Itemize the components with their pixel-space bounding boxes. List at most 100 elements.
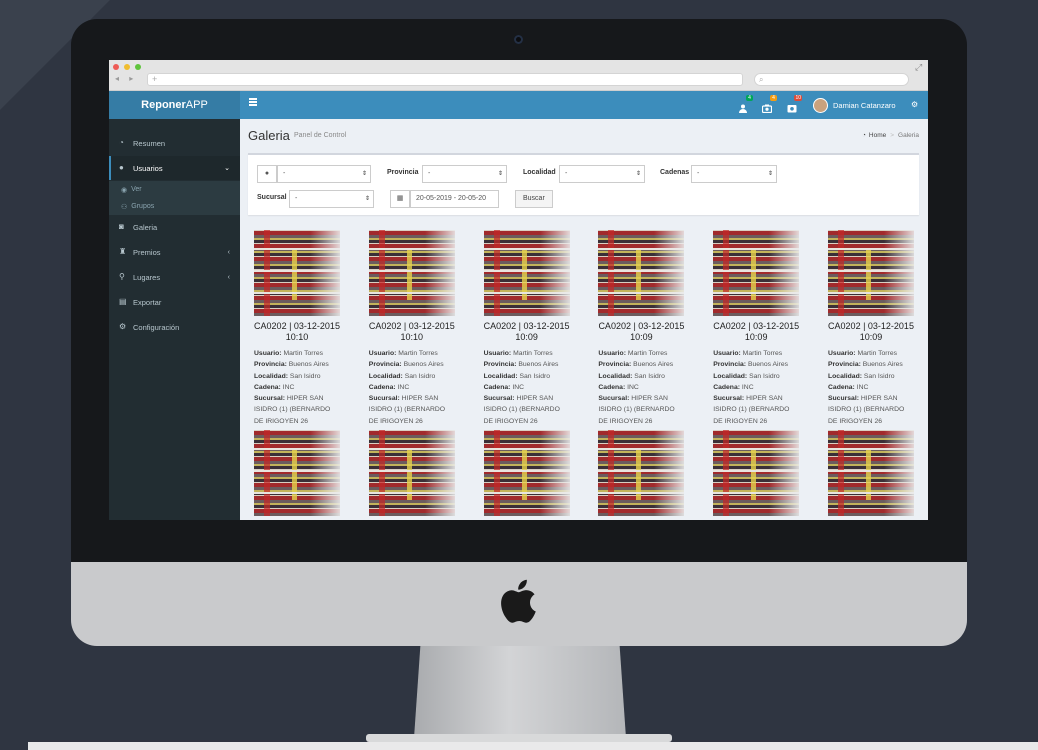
meta-provincia: Provincia: Buenos Aires bbox=[254, 359, 340, 370]
camera-icon bbox=[514, 35, 523, 44]
top-navbar: 4 4 10 Damian Catanzaro ⚙ bbox=[240, 91, 928, 119]
meta-localidad-label: Localidad: bbox=[483, 372, 518, 380]
meta-cadena-label: Cadena: bbox=[254, 383, 281, 391]
gallery-card[interactable]: CA0202 | 03-12-2015 10:10Usuario: Martin… bbox=[254, 430, 360, 520]
brand-bold: Reponer bbox=[141, 99, 186, 111]
cadenas-select-value: - bbox=[697, 170, 700, 177]
meta-localidad: Localidad: San Isidro bbox=[713, 371, 799, 382]
sidebar-item-configuracion[interactable]: ⚙ Configuración bbox=[109, 315, 240, 339]
meta-usuario-label: Usuario: bbox=[368, 350, 397, 357]
meta-provincia: Provincia: Buenos Aires bbox=[484, 359, 570, 370]
control-sidebar-gears-icon[interactable]: ⚙ bbox=[911, 100, 918, 109]
meta-localidad-value: San Isidro bbox=[749, 372, 780, 380]
gallery-card[interactable]: CA0202 | 03-12-2015 10:09Usuario: Martin… bbox=[713, 430, 819, 520]
browser-search-input[interactable]: ⌕ bbox=[754, 73, 909, 86]
meta-cadena-label: Cadena: bbox=[483, 383, 511, 391]
screen: ◂ ▸ + ⌕ ⤢ ReponerAPP 4 4 10 Damian Catan… bbox=[109, 60, 928, 520]
sidebar-item-usuarios[interactable]: ● Usuarios ⌄ bbox=[109, 156, 240, 180]
camera-notifications-icon[interactable]: 4 bbox=[761, 95, 777, 114]
meta-cadena: Cadena: INC bbox=[369, 382, 455, 393]
meta-provincia-label: Provincia: bbox=[368, 361, 402, 369]
gallery-card[interactable]: CA0202 | 03-12-2015 10:09Usuario: Martin… bbox=[828, 230, 928, 427]
search-button[interactable]: Buscar bbox=[515, 190, 553, 208]
minimize-window-icon[interactable] bbox=[124, 64, 130, 70]
photo-notifications-icon[interactable]: 10 bbox=[787, 95, 802, 113]
gallery-card[interactable]: CA0202 | 03-12-2015 10:10Usuario: Martin… bbox=[254, 230, 360, 427]
meta-sucursal: Sucursal: HIPER SAN ISIDRO (1) (BERNARDO… bbox=[369, 393, 455, 427]
meta-provincia-value: Buenos Aires bbox=[518, 361, 559, 369]
gallery-card[interactable]: CA0202 | 03-12-2015 10:09Usuario: Martin… bbox=[828, 430, 928, 520]
meta-provincia-value: Buenos Aires bbox=[862, 361, 903, 369]
user-menu[interactable]: Damian Catanzaro bbox=[813, 97, 896, 113]
browser-toolbar: ◂ ▸ + ⌕ ⤢ bbox=[109, 60, 928, 91]
gallery-photo[interactable] bbox=[254, 230, 340, 316]
meta-provincia: Provincia: Buenos Aires bbox=[369, 359, 455, 370]
meta-provincia-label: Provincia: bbox=[598, 361, 632, 369]
gallery-card[interactable]: CA0202 | 03-12-2015 10:10Usuario: Martin… bbox=[368, 430, 475, 520]
localidad-select[interactable]: - ⇕ bbox=[559, 165, 645, 183]
sucursal-select[interactable]: - ⇕ bbox=[289, 190, 374, 208]
gears-icon: ⚙ bbox=[119, 322, 127, 331]
gallery-photo[interactable] bbox=[483, 230, 570, 316]
fullscreen-icon[interactable]: ⤢ bbox=[915, 62, 922, 73]
cadenas-select[interactable]: - ⇕ bbox=[691, 165, 777, 183]
sidebar-item-exportar[interactable]: ▤ Exportar bbox=[109, 290, 240, 314]
meta-usuario: Usuario: Martin Torres bbox=[369, 348, 455, 359]
meta-cadena: Cadena: INC bbox=[484, 382, 570, 393]
maximize-window-icon[interactable] bbox=[135, 64, 141, 70]
page-subtitle: Panel de Control bbox=[294, 132, 347, 139]
gallery-photo[interactable] bbox=[598, 230, 685, 316]
dashboard-icon: ◔ bbox=[119, 138, 124, 147]
breadcrumb-home[interactable]: Home bbox=[869, 132, 886, 139]
imac-stand bbox=[414, 646, 626, 738]
gallery-photo[interactable] bbox=[368, 230, 455, 316]
gallery-photo[interactable] bbox=[713, 230, 800, 316]
meta-provincia-label: Provincia: bbox=[713, 361, 747, 369]
app-logo[interactable]: ReponerAPP bbox=[109, 91, 240, 119]
gallery-photo[interactable] bbox=[828, 230, 914, 316]
sidebar-item-premios[interactable]: ♜ Premios ‹ bbox=[109, 240, 240, 264]
sidebar-item-lugares[interactable]: ⚲ Lugares ‹ bbox=[109, 265, 240, 289]
meta-usuario: Usuario: Martin Torres bbox=[484, 348, 570, 359]
map-marker-icon: ⚲ bbox=[119, 272, 125, 281]
meta-localidad-value: San Isidro bbox=[289, 372, 321, 380]
gallery-card-title: CA0202 | 03-12-2015 10:09 bbox=[828, 321, 914, 342]
meta-localidad-label: Localidad: bbox=[828, 372, 862, 380]
usuario-select[interactable]: - ⇕ bbox=[277, 165, 371, 183]
gallery-card-meta: Usuario: Martin Torres Provincia: Buenos … bbox=[484, 348, 570, 427]
sidebar-subitem-grupos[interactable]: ⚇ Grupos bbox=[109, 198, 240, 215]
gallery-card[interactable]: CA0202 | 03-12-2015 10:09Usuario: Martin… bbox=[713, 230, 819, 427]
address-bar[interactable]: + bbox=[147, 73, 743, 86]
user-icon: ● bbox=[257, 165, 277, 183]
gallery-photo[interactable] bbox=[713, 430, 800, 516]
gallery-card[interactable]: CA0202 | 03-12-2015 10:09Usuario: Martin… bbox=[598, 430, 704, 520]
gallery-photo[interactable] bbox=[254, 430, 340, 516]
gallery-photo[interactable] bbox=[483, 430, 570, 516]
gallery-card[interactable]: CA0202 | 03-12-2015 10:09Usuario: Martin… bbox=[483, 230, 590, 427]
sidebar-item-resumen[interactable]: ◔ Resumen bbox=[109, 131, 240, 155]
gallery-card[interactable]: CA0202 | 03-12-2015 10:09Usuario: Martin… bbox=[483, 430, 590, 520]
gallery-card-meta: Usuario: Martin Torres Provincia: Buenos … bbox=[598, 348, 684, 427]
gallery-card-title: CA0202 | 03-12-2015 10:09 bbox=[598, 321, 685, 342]
meta-provincia-value: Buenos Aires bbox=[288, 361, 329, 369]
meta-localidad-value: San Isidro bbox=[863, 372, 895, 380]
gallery-card[interactable]: CA0202 | 03-12-2015 10:10Usuario: Martin… bbox=[368, 230, 475, 427]
close-window-icon[interactable] bbox=[113, 64, 119, 70]
meta-cadena: Cadena: INC bbox=[598, 382, 684, 393]
meta-localidad: Localidad: San Isidro bbox=[598, 371, 684, 382]
gallery-photo[interactable] bbox=[598, 430, 685, 516]
user-notifications-icon[interactable]: 4 bbox=[738, 95, 753, 113]
sidebar-subitem-ver[interactable]: ◉ Ver bbox=[109, 181, 240, 198]
date-range-input[interactable]: 20-05-2019 - 20-05-20 bbox=[410, 190, 499, 208]
meta-sucursal-label: Sucursal: bbox=[368, 395, 400, 403]
menu-toggle-icon[interactable] bbox=[249, 98, 257, 106]
meta-localidad: Localidad: San Isidro bbox=[254, 371, 340, 382]
gallery-card[interactable]: CA0202 | 03-12-2015 10:09 Usuario: Martin… bbox=[598, 230, 704, 427]
meta-cadena-label: Cadena: bbox=[713, 383, 741, 391]
gallery-photo[interactable] bbox=[828, 430, 914, 516]
meta-localidad: Localidad: San Isidro bbox=[369, 371, 455, 382]
gallery-photo[interactable] bbox=[368, 430, 455, 516]
provincia-select[interactable]: - ⇕ bbox=[422, 165, 507, 183]
sidebar-item-galeria[interactable]: ◙ Galeria bbox=[109, 215, 240, 239]
back-forward-icon[interactable]: ◂ ▸ bbox=[115, 74, 137, 83]
